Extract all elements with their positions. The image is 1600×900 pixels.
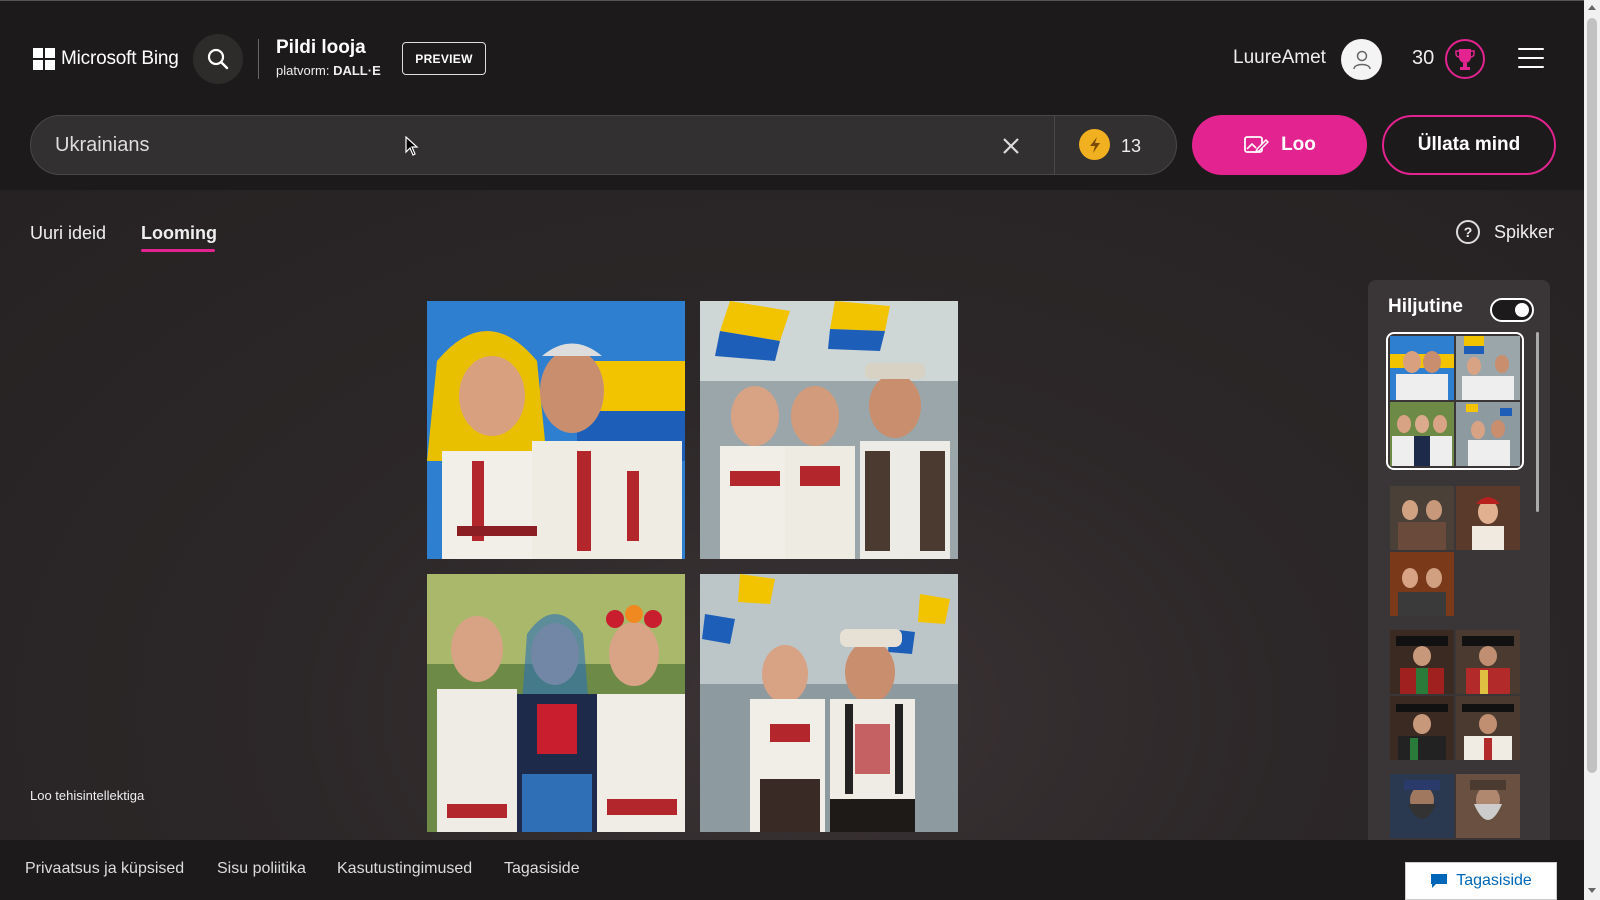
recent-thumbnail [1456,774,1520,838]
recent-panel: Hiljutine [1368,280,1550,840]
recent-scrollbar[interactable] [1536,332,1539,512]
toggle-knob [1515,303,1529,317]
generated-image-2[interactable] [700,301,958,559]
recent-thumbnail [1390,336,1454,400]
search-icon [207,48,229,70]
generated-image-4[interactable] [700,574,958,832]
header-divider [258,39,259,79]
avatar[interactable] [1341,39,1382,80]
recent-thumbnail [1456,402,1520,466]
footer: Privaatsus ja küpsised Sisu poliitika Ka… [0,840,1584,900]
recent-title: Hiljutine [1388,296,1463,317]
recent-set-4[interactable] [1390,774,1520,838]
footer-content-policy-link[interactable]: Sisu poliitika [217,860,306,878]
user-avatar-icon [1352,50,1371,69]
prompt-input[interactable] [55,116,955,174]
prompt-divider [1054,116,1055,174]
surprise-me-button[interactable]: Üllata mind [1382,115,1556,175]
search-button[interactable] [193,34,243,84]
brand-name: Microsoft Bing [61,48,179,69]
help-icon: ? [1456,220,1480,244]
top-bar: Microsoft Bing Pildi looja platvorm: DAL… [0,0,1584,190]
recent-set-1[interactable] [1386,332,1524,470]
bing-logo[interactable]: Microsoft Bing [33,48,179,70]
image-create-icon [1244,136,1270,154]
platform-name: DALL·E [333,63,381,78]
feedback-button[interactable]: Tagasiside [1405,862,1557,900]
recent-thumbnail [1456,696,1520,760]
recent-thumbnail [1456,336,1520,400]
recent-thumbnail [1390,774,1454,838]
mouse-cursor-icon [405,136,419,156]
footer-terms-link[interactable]: Kasutustingimused [337,860,472,878]
scroll-thumb[interactable] [1587,18,1597,773]
recent-toggle[interactable] [1490,298,1534,322]
create-button[interactable]: Loo [1192,115,1367,175]
prompt-bar: 13 [30,115,1177,175]
recent-thumbnail-empty [1456,552,1520,616]
scroll-down-arrow[interactable] [1588,888,1596,893]
chat-bubble-icon [1431,874,1448,888]
feedback-label: Tagasiside [1456,872,1532,889]
trophy-icon [1455,49,1475,70]
generated-image-1[interactable] [427,301,685,559]
rewards-points[interactable]: 30 [1412,47,1434,70]
windows-logo-icon [33,48,55,70]
create-label: Loo [1281,134,1316,155]
page-scrollbar[interactable] [1584,0,1600,900]
ai-caption: Loo tehisintellektiga [30,788,145,803]
boost-icon[interactable] [1079,129,1110,160]
tab-creations[interactable]: Looming [141,223,217,244]
footer-privacy-link[interactable]: Privaatsus ja küpsised [25,860,184,878]
recent-thumbnail [1390,486,1454,550]
app-title: Pildi looja [276,37,366,58]
scroll-up-arrow[interactable] [1588,5,1596,10]
recent-set-2[interactable] [1390,486,1520,616]
tab-explore[interactable]: Uuri ideid [30,223,106,244]
hamburger-menu-icon[interactable] [1518,48,1544,68]
generated-image-3[interactable] [427,574,685,832]
recent-set-3[interactable] [1390,630,1520,760]
username[interactable]: LuureAmet [1233,47,1326,69]
boost-count: 13 [1121,136,1142,156]
recent-thumbnail [1390,696,1454,760]
help-label: Spikker [1494,221,1555,242]
recent-thumbnail [1456,486,1520,550]
clear-icon[interactable] [999,134,1023,158]
recent-thumbnail [1390,402,1454,466]
recent-thumbnail [1456,630,1520,694]
active-tab-indicator [141,249,215,252]
recent-thumbnail [1390,552,1454,616]
main-content: Uuri ideid Looming ? Spikker Loo tehisin… [0,190,1584,840]
footer-feedback-link[interactable]: Tagasiside [504,860,580,878]
recent-thumbnail [1390,630,1454,694]
help-button[interactable]: ? Spikker [1456,220,1554,244]
platform-label: platvorm: DALL·E [276,63,381,78]
preview-badge[interactable]: PREVIEW [402,42,486,75]
rewards-button[interactable] [1445,39,1485,79]
